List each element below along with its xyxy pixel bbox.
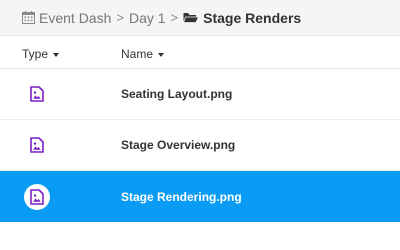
breadcrumb-event-dash[interactable]: Event Dash [22, 10, 111, 26]
table-row[interactable]: Seating Layout.png [0, 69, 400, 120]
breadcrumb-label: Stage Renders [203, 9, 302, 26]
breadcrumb-label: Event Dash [39, 9, 112, 26]
calendar-icon [22, 11, 35, 24]
breadcrumb-day-1[interactable]: Day 1 [129, 10, 166, 26]
file-name: Stage Overview.png [121, 138, 236, 152]
column-header-type[interactable]: Type [22, 47, 60, 61]
table-row-selected[interactable]: Stage Rendering.png [0, 171, 400, 222]
image-file-icon [24, 183, 50, 210]
breadcrumb-separator: > [116, 10, 124, 25]
file-name: Stage Rendering.png [121, 189, 242, 204]
chevron-down-icon [53, 53, 60, 57]
breadcrumb: Event Dash > Day 1 > Stage Renders [0, 0, 400, 36]
table-header: Type Name [0, 36, 400, 69]
breadcrumb-label: Day 1 [128, 9, 166, 26]
column-header-name[interactable]: Name [121, 47, 165, 61]
breadcrumb-separator: > [170, 10, 179, 25]
file-name: Seating Layout.png [121, 87, 233, 101]
breadcrumb-stage-renders: Stage Renders [183, 10, 301, 26]
file-list: Seating Layout.png Stage Overview.png St… [0, 69, 400, 222]
chevron-down-icon [158, 53, 165, 57]
column-header-label: Type [22, 47, 49, 61]
column-header-label: Name [121, 47, 154, 61]
image-file-icon [28, 85, 46, 103]
table-row[interactable]: Stage Overview.png [0, 120, 400, 171]
folder-open-icon [183, 11, 200, 24]
image-file-icon [28, 136, 46, 154]
